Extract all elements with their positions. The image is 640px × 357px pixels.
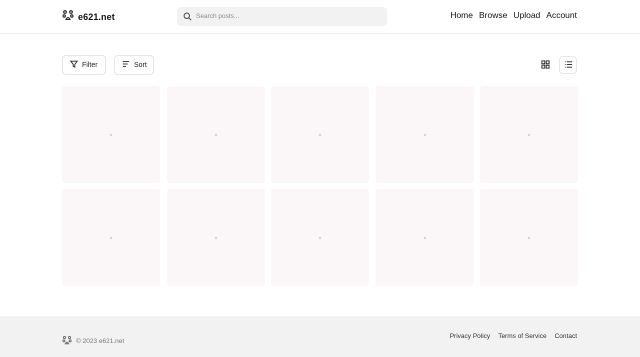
post-tile[interactable] [166, 189, 265, 286]
footer-brand: © 2023 e621.net [62, 332, 124, 350]
terms-of-service-link[interactable]: Terms of Service [498, 333, 546, 340]
search-input[interactable] [196, 13, 376, 20]
placeholder-icon [423, 133, 427, 137]
placeholder-icon [318, 236, 322, 240]
nav-browse[interactable]: Browse [479, 10, 507, 20]
post-tile[interactable] [480, 189, 578, 286]
placeholder-icon [109, 236, 113, 240]
post-tile[interactable] [375, 86, 474, 183]
filter-label: Filter [82, 61, 98, 69]
post-tile[interactable] [62, 86, 160, 183]
nav-home[interactable]: Home [450, 10, 473, 20]
sort-button[interactable]: Sort [114, 55, 154, 75]
placeholder-icon [109, 133, 113, 137]
placeholder-icon [214, 133, 218, 137]
placeholder-icon [318, 133, 322, 137]
nav-upload[interactable]: Upload [513, 10, 540, 20]
paw-icon [62, 8, 74, 26]
sort-label: Sort [134, 61, 147, 69]
filter-icon [69, 60, 79, 70]
footer-links: Privacy Policy Terms of Service Contact [450, 333, 577, 340]
search-bar[interactable] [177, 7, 387, 26]
post-grid [62, 86, 578, 286]
logo-text: e621.net [78, 12, 115, 22]
list-icon [564, 56, 573, 74]
post-tile[interactable] [166, 86, 265, 183]
placeholder-icon [527, 133, 531, 137]
nav-account[interactable]: Account [546, 10, 577, 20]
post-tile[interactable] [480, 86, 578, 183]
paw-icon [62, 332, 72, 350]
grid-icon [540, 56, 550, 74]
privacy-policy-link[interactable]: Privacy Policy [450, 333, 490, 340]
contact-link[interactable]: Contact [555, 333, 577, 340]
main-nav: Home Browse Upload Account [450, 10, 577, 20]
post-tile[interactable] [271, 189, 369, 286]
post-tile[interactable] [375, 189, 474, 286]
logo-link[interactable]: e621.net [62, 10, 115, 24]
placeholder-icon [527, 236, 531, 240]
grid-view-button[interactable] [536, 56, 554, 74]
site-footer: © 2023 e621.net Privacy Policy Terms of … [0, 316, 640, 357]
placeholder-icon [423, 236, 427, 240]
search-icon [183, 8, 192, 26]
post-tile[interactable] [62, 189, 160, 286]
filter-button[interactable]: Filter [62, 55, 106, 75]
site-header: e621.net Home Browse Upload Account [0, 0, 640, 34]
sort-icon [122, 60, 130, 70]
copyright-text: © 2023 e621.net [76, 337, 125, 345]
post-tile[interactable] [271, 86, 369, 183]
placeholder-icon [214, 236, 218, 240]
list-view-button[interactable] [559, 56, 577, 74]
